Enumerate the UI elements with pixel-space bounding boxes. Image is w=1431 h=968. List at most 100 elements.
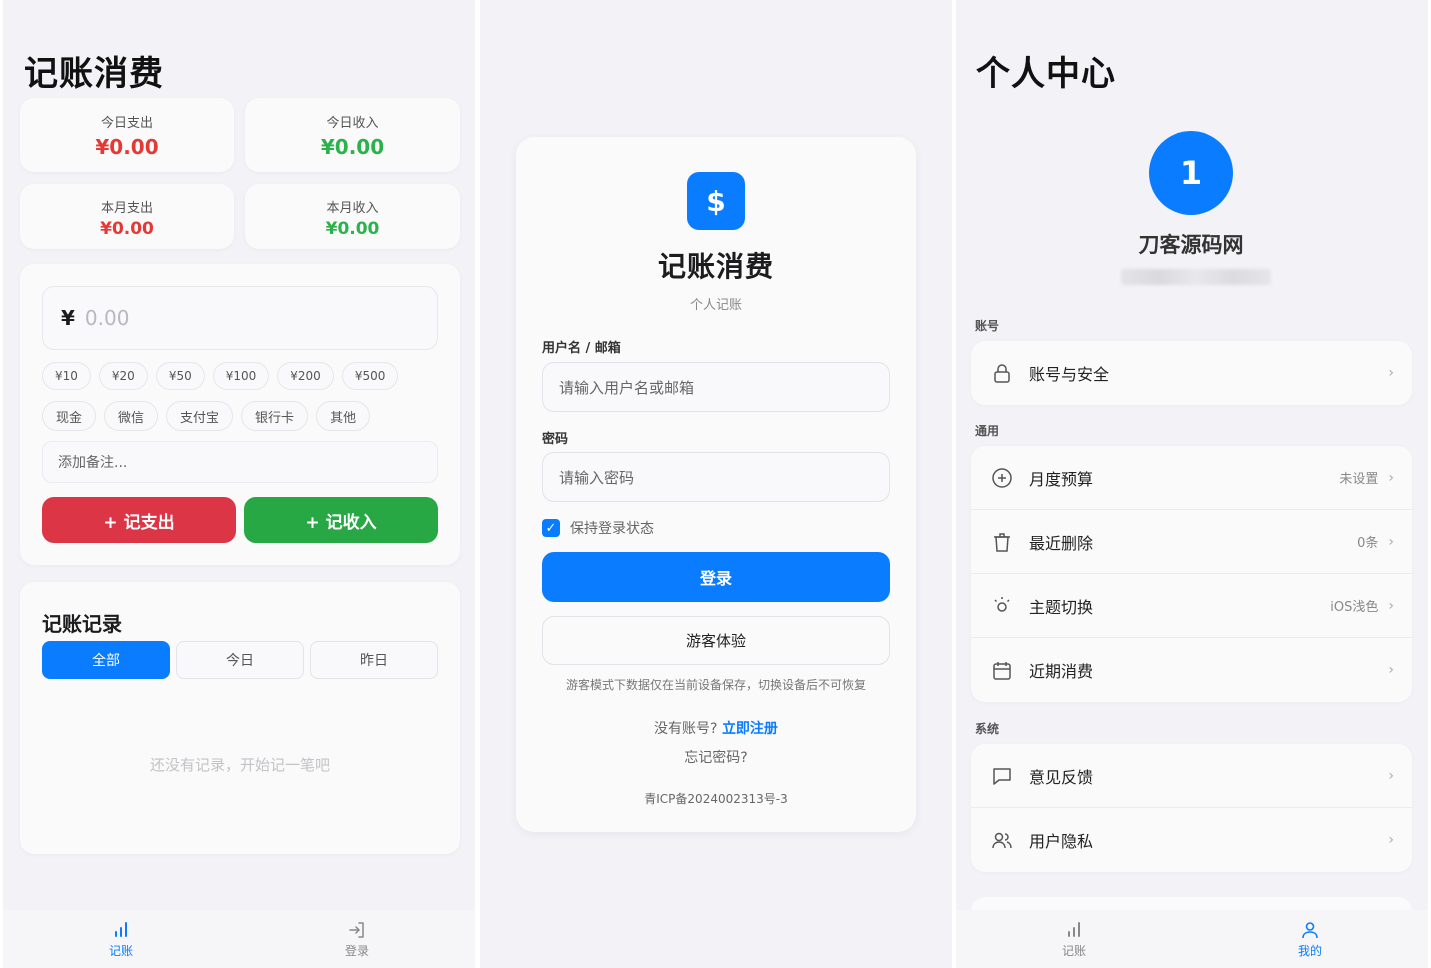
chevron-right-icon: › (1388, 597, 1394, 614)
empty-state: 还没有记录，开始记一笔吧 (149, 756, 330, 774)
password-input[interactable]: 请输入密码 (542, 452, 890, 502)
page-title: 记账消费 (24, 54, 164, 94)
row-label: 主题切换 (1029, 597, 1094, 617)
stat-label: 今日支出 (100, 116, 153, 131)
login-card: $ 记账消费 个人记账 用户名 / 邮箱 请输入用户名或邮箱 密码 请输入密码 … (516, 137, 916, 832)
section-system: 系统 (975, 722, 1000, 736)
general-group: 月度预算 未设置 › 最近删除 0条 › 主题切换 iOS浅色 › 近期消费 › (971, 446, 1412, 702)
login-button[interactable]: 登录 (542, 552, 890, 602)
filter-all[interactable]: 全部 (42, 641, 170, 679)
system-group: 意见反馈 › 用户隐私 › (971, 744, 1412, 872)
tab-label: 记账 (108, 943, 133, 958)
profile-screen: 个人中心 1 刀客源码网 账号 账号与安全 › 通用 月度预算 未设置 › 最近… (956, 0, 1428, 968)
section-account: 账号 (975, 319, 1000, 333)
row-theme-switch[interactable]: 主题切换 iOS浅色 › (971, 574, 1412, 638)
app-title: 记账消费 (657, 250, 774, 283)
chevron-right-icon: › (1388, 469, 1394, 486)
row-recently-deleted[interactable]: 最近删除 0条 › (971, 510, 1412, 574)
payment-method-chips: 现金 微信 支付宝 银行卡 其他 (42, 401, 371, 431)
payment-chip[interactable]: 支付宝 (166, 401, 234, 431)
stat-label: 今日收入 (326, 116, 379, 131)
month-income-card: 本月收入 ¥0.00 (245, 184, 460, 249)
stat-value: ¥0.00 (95, 135, 159, 159)
today-income-card: 今日收入 ¥0.00 (245, 98, 460, 172)
row-recent-spending[interactable]: 近期消费 › (971, 638, 1412, 702)
records-card: 记账记录 全部 今日 昨日 还没有记录，开始记一笔吧 (20, 582, 460, 854)
chart-bars-icon (1068, 921, 1080, 937)
forgot-password-link[interactable]: 忘记密码? (516, 747, 916, 767)
row-user-privacy[interactable]: 用户隐私 › (971, 808, 1412, 872)
message-icon (991, 765, 1013, 787)
login-screen: $ 记账消费 个人记账 用户名 / 邮箱 请输入用户名或邮箱 密码 请输入密码 … (480, 0, 952, 968)
row-account-security[interactable]: 账号与安全 › (971, 341, 1412, 405)
blurred-user-id (1121, 269, 1271, 285)
guest-button[interactable]: 游客体验 (542, 616, 890, 665)
record-filters: 全部 今日 昨日 (42, 641, 438, 679)
row-monthly-budget[interactable]: 月度预算 未设置 › (971, 446, 1412, 510)
amount-input[interactable]: ¥ 0.00 (42, 286, 438, 350)
quick-amount-chips: ¥10 ¥20 ¥50 ¥100 ¥200 ¥500 (42, 362, 399, 390)
amount-placeholder: 0.00 (84, 306, 130, 330)
row-label: 月度预算 (1029, 469, 1094, 489)
calendar-icon (991, 659, 1013, 681)
ledger-screen: 记账消费 今日支出 ¥0.00 今日收入 ¥0.00 本月支出 ¥0.00 本月… (3, 0, 475, 968)
app-subtitle: 个人记账 (689, 298, 742, 313)
icp-link[interactable]: 青ICP备2024002313号-3 (516, 790, 916, 807)
today-expense-card: 今日支出 ¥0.00 (20, 98, 234, 172)
payment-chip[interactable]: 微信 (104, 401, 159, 431)
row-value: iOS浅色 (1330, 600, 1379, 615)
payment-chip[interactable]: 现金 (42, 401, 97, 431)
row-label: 近期消费 (1029, 662, 1094, 681)
user-icon (1302, 921, 1318, 938)
quick-amount-chip[interactable]: ¥10 (42, 362, 91, 390)
records-title: 记账记录 (42, 612, 122, 636)
remember-me[interactable]: ✓ 保持登录状态 (542, 518, 654, 538)
stat-value: ¥0.00 (325, 219, 380, 239)
row-label: 用户隐私 (1029, 832, 1094, 851)
note-input[interactable]: 添加备注... (42, 441, 438, 483)
quick-amount-chip[interactable]: ¥200 (277, 362, 334, 390)
avatar[interactable]: 1 (1149, 131, 1233, 215)
checkbox-checked-icon[interactable]: ✓ (542, 519, 560, 537)
payment-chip[interactable]: 银行卡 (241, 401, 309, 431)
row-label: 账号与安全 (1029, 365, 1110, 384)
filter-today[interactable]: 今日 (176, 641, 304, 679)
account-group: 账号与安全 › (971, 341, 1412, 405)
chevron-right-icon: › (1388, 533, 1394, 550)
tab-ledger[interactable]: 记账 (956, 910, 1192, 968)
row-label: 最近删除 (1029, 533, 1094, 553)
sun-icon (991, 595, 1013, 617)
tab-login[interactable]: 登录 (239, 910, 475, 968)
row-value: 未设置 (1339, 472, 1379, 487)
quick-amount-chip[interactable]: ¥100 (212, 362, 270, 390)
quick-amount-chip[interactable]: ¥500 (341, 362, 399, 390)
plus-circle-icon (991, 467, 1013, 489)
add-expense-button[interactable]: + 记支出 (42, 497, 236, 543)
payment-chip[interactable]: 其他 (316, 401, 371, 431)
trash-icon (991, 531, 1013, 553)
dollar-logo-icon: $ (687, 172, 745, 230)
month-expense-card: 本月支出 ¥0.00 (20, 184, 234, 249)
guest-note: 游客模式下数据仅在当前设备保存，切换设备后不可恢复 (565, 678, 866, 692)
tab-label: 登录 (344, 943, 369, 958)
password-label: 密码 (542, 432, 569, 447)
stat-value: ¥0.00 (320, 135, 385, 159)
register-link[interactable]: 立即注册 (722, 721, 778, 737)
chart-bars-icon (115, 921, 127, 937)
tab-label: 记账 (1061, 943, 1086, 958)
add-income-button[interactable]: + 记收入 (244, 497, 438, 543)
quick-amount-chip[interactable]: ¥50 (155, 362, 205, 390)
filter-yesterday[interactable]: 昨日 (310, 641, 438, 679)
currency-symbol: ¥ (61, 306, 75, 330)
tab-mine[interactable]: 我的 (1192, 910, 1428, 968)
row-feedback[interactable]: 意见反馈 › (971, 744, 1412, 808)
quick-amount-chip[interactable]: ¥20 (98, 362, 148, 390)
row-value: 0条 (1357, 536, 1379, 551)
tab-ledger[interactable]: 记账 (3, 910, 239, 968)
no-account-text: 没有账号? (654, 721, 718, 737)
login-icon (349, 921, 364, 938)
chevron-right-icon: › (1388, 832, 1394, 848)
username-input[interactable]: 请输入用户名或邮箱 (542, 362, 890, 412)
stat-label: 本月支出 (100, 201, 153, 216)
page-title: 个人中心 (976, 54, 1116, 94)
